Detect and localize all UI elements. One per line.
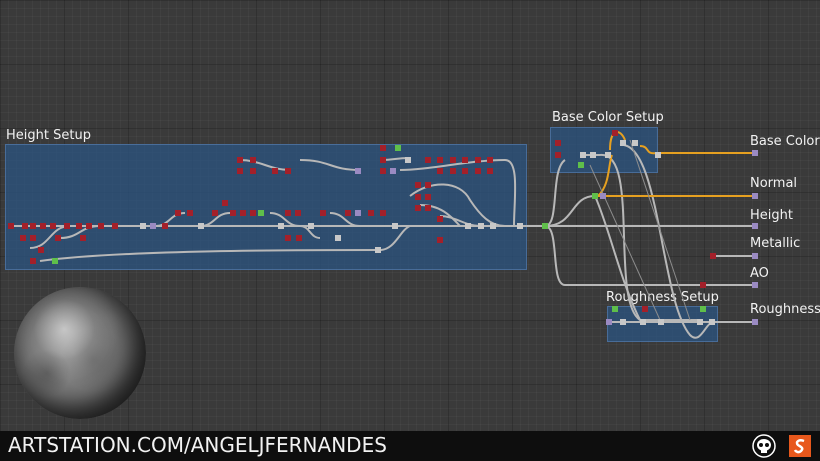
output-base-color[interactable]: Base Color bbox=[750, 134, 820, 149]
output-height[interactable]: Height bbox=[750, 208, 793, 223]
wires-thin bbox=[589, 139, 691, 321]
output-ao[interactable]: AO bbox=[750, 266, 769, 281]
output-metallic[interactable]: Metallic bbox=[750, 236, 800, 251]
material-sphere-preview bbox=[14, 287, 146, 419]
nodes-purple[interactable] bbox=[150, 150, 758, 325]
substance-designer-logo-icon bbox=[789, 435, 811, 457]
footer-bar: ARTSTATION.COM/ANGELJFERNANDES bbox=[0, 431, 820, 461]
output-normal[interactable]: Normal bbox=[750, 176, 797, 191]
skull-logo-icon bbox=[752, 434, 776, 458]
output-roughness[interactable]: Roughness bbox=[750, 302, 820, 317]
artstation-url: ARTSTATION.COM/ANGELJFERNANDES bbox=[8, 433, 387, 457]
